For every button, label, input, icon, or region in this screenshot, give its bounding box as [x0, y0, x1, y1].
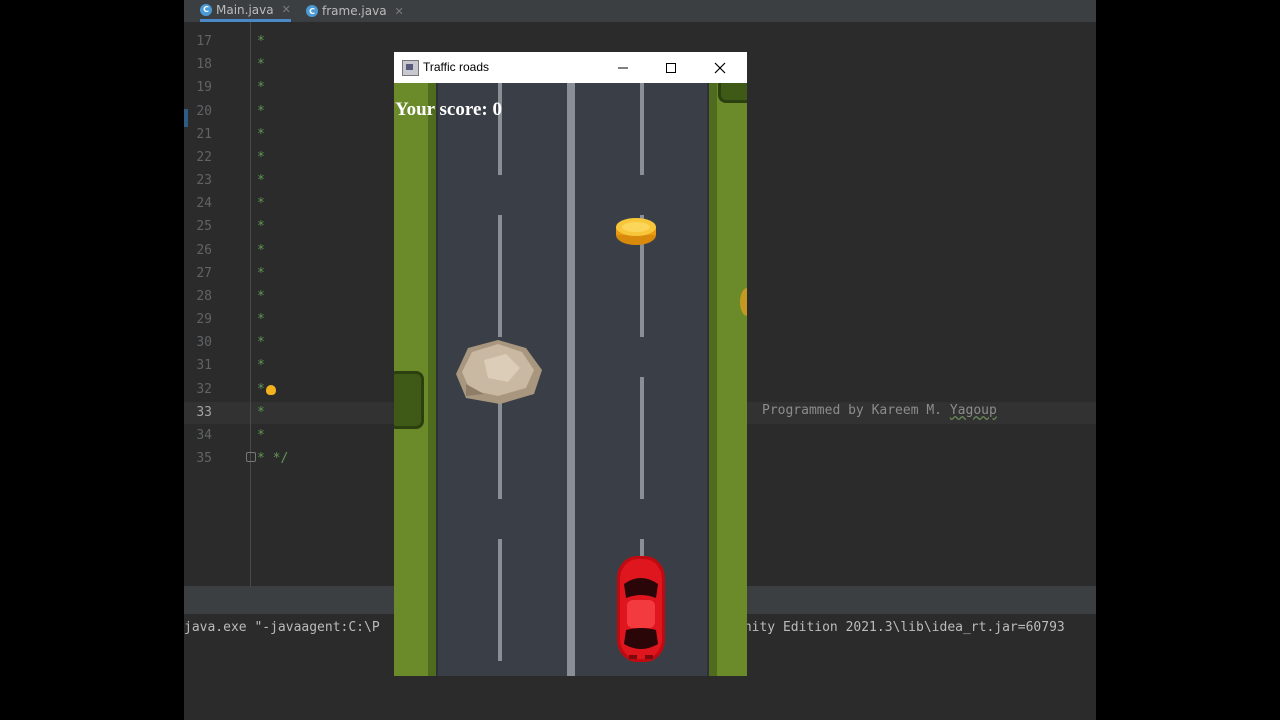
comment-star: * — [257, 405, 265, 420]
lane-dash — [498, 215, 502, 337]
maximize-icon — [666, 62, 676, 73]
close-tab-icon[interactable]: ✕ — [282, 3, 291, 16]
line-number: 23 — [196, 173, 212, 188]
line-number: 31 — [196, 358, 212, 373]
line-number: 26 — [196, 243, 212, 258]
road-edge-left — [436, 83, 438, 676]
line-number: 34 — [196, 428, 212, 443]
comment-star: * — [257, 57, 265, 72]
player-car-icon[interactable] — [615, 554, 667, 666]
java-app-icon — [402, 60, 419, 76]
right-grass — [709, 83, 747, 676]
java-class-icon: C — [200, 3, 212, 16]
editor-tab-bar: C Main.java ✕ C frame.java ✕ — [184, 0, 1096, 22]
author-comment-prefix: Programmed by Kareem M. — [762, 403, 950, 418]
score-label: Your score: 0 — [395, 99, 502, 120]
tab-frame-java[interactable]: C frame.java ✕ — [306, 0, 404, 22]
comment-star: * — [257, 150, 265, 165]
comment-star: * — [257, 80, 265, 95]
line-number: 32 — [196, 382, 212, 397]
lane-dash — [498, 83, 502, 175]
minimize-icon — [618, 67, 628, 68]
console-command-right: unity Edition 2021.3\lib\idea_rt.jar=607… — [736, 620, 1065, 635]
comment-star: * — [257, 104, 265, 119]
lane-dash — [640, 377, 644, 499]
comment-star: * — [257, 266, 265, 281]
gutter-divider — [250, 22, 251, 586]
comment-star: * — [257, 34, 265, 49]
line-number: 24 — [196, 196, 212, 211]
tab-main-java[interactable]: C Main.java ✕ — [200, 0, 291, 22]
center-divider — [567, 83, 575, 676]
fold-icon[interactable] — [246, 452, 256, 462]
comment-star: * — [257, 335, 265, 350]
roadside-bush — [718, 83, 747, 103]
window-titlebar[interactable]: Traffic roads — [394, 52, 747, 83]
console-command-left: java.exe "-javaagent:C:\P — [184, 620, 380, 635]
line-number: 20 — [196, 104, 212, 119]
line-number: 18 — [196, 57, 212, 72]
comment-star: * — [257, 312, 265, 327]
tab-label: Main.java — [216, 2, 274, 17]
comment-star: * — [257, 428, 265, 443]
comment-star: * — [257, 289, 265, 304]
java-class-icon: C — [306, 5, 318, 17]
comment-star: * — [257, 127, 265, 142]
line-number: 27 — [196, 266, 212, 281]
line-number: 30 — [196, 335, 212, 350]
line-number: 35 — [196, 451, 212, 466]
line-number: 22 — [196, 150, 212, 165]
comment-star: * — [257, 219, 265, 234]
lightbulb-icon[interactable] — [266, 385, 276, 395]
coin-icon — [616, 218, 656, 245]
close-button[interactable] — [696, 52, 744, 83]
lane-dash — [498, 539, 502, 661]
line-number: 25 — [196, 219, 212, 234]
tab-label: frame.java — [322, 4, 387, 18]
roadside-bush — [394, 371, 424, 429]
line-number: 28 — [196, 289, 212, 304]
line-number-current: 33 — [196, 405, 212, 420]
game-canvas[interactable]: Your score: 0 — [394, 83, 747, 676]
minimize-button[interactable] — [599, 52, 647, 83]
comment-star: * — [257, 173, 265, 188]
close-icon — [714, 62, 726, 73]
comment-star: * — [257, 243, 265, 258]
author-comment-name: Yagoup — [949, 403, 997, 418]
comment-star: * — [257, 196, 265, 211]
lane-dash — [640, 83, 644, 175]
comment-end: * */ — [257, 451, 289, 466]
author-comment: Programmed by Kareem M. Yagoup — [762, 403, 997, 418]
game-window: Traffic roads Your score: 0 — [394, 52, 747, 676]
coin-offscreen — [740, 288, 747, 316]
line-number: 21 — [196, 127, 212, 142]
close-tab-icon[interactable]: ✕ — [395, 5, 404, 18]
comment-star: * — [257, 382, 265, 397]
window-title: Traffic roads — [423, 60, 490, 74]
line-number: 19 — [196, 80, 212, 95]
line-number: 29 — [196, 312, 212, 327]
comment-star: * — [257, 358, 265, 373]
maximize-button[interactable] — [647, 52, 695, 83]
line-number: 17 — [196, 34, 212, 49]
rock-obstacle-icon — [456, 340, 542, 404]
